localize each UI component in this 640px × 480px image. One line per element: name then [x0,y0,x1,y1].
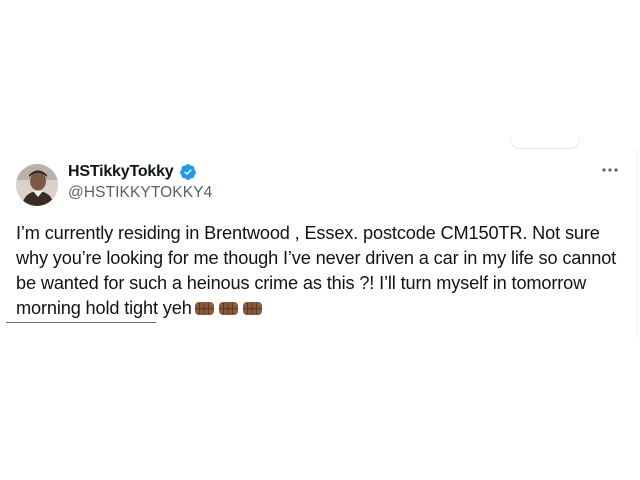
more-options-button[interactable] [598,158,622,182]
verified-badge-icon [179,163,197,181]
screenshot-page: HSTikkyTokky @HSTIKKYTOKKY4 I’m currentl… [0,0,640,480]
timeline-border [637,148,638,338]
avatar[interactable] [16,164,58,206]
display-name[interactable]: HSTikkyTokky [68,163,174,181]
handle[interactable]: @HSTIKKYTOKKY4 [68,184,212,202]
tweet-body-text: I’m currently residing in Brentwood , Es… [16,223,617,318]
underline-mark [6,322,156,323]
author-block: HSTikkyTokky @HSTIKKYTOKKY4 [68,162,212,202]
more-horizontal-icon [602,168,618,172]
previous-tweet-edge [510,136,580,149]
emoji-group [194,299,264,317]
avatar-photo-icon [16,164,58,206]
fist-icon [194,299,216,317]
fist-icon [242,299,264,317]
tweet-body: I’m currently residing in Brentwood , Es… [16,221,624,321]
fist-icon [218,299,240,317]
